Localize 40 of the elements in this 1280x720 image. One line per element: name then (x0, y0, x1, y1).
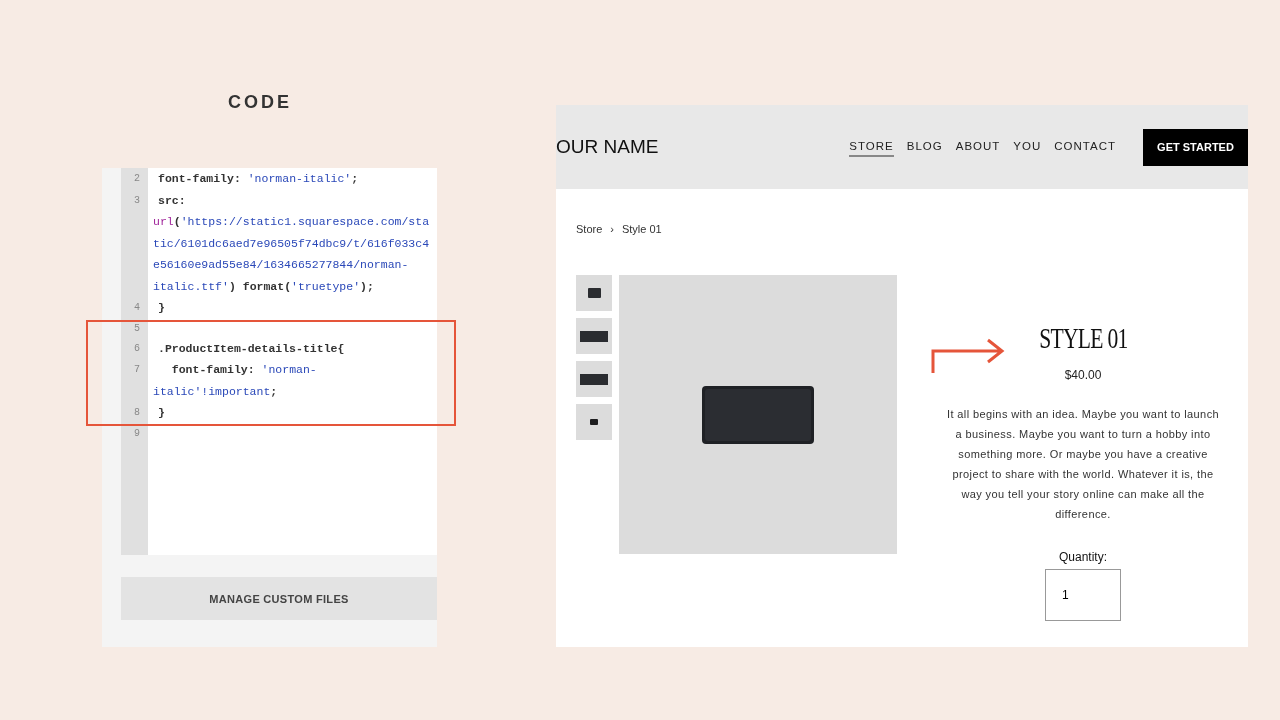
code-line: } (158, 301, 165, 315)
line-number: 5 (134, 322, 140, 334)
nav-link[interactable]: YOU (1013, 137, 1042, 157)
code-line: font-family: 'norman- (170, 363, 317, 377)
nav-link[interactable]: BLOG (906, 137, 943, 157)
product-thumbnail[interactable] (576, 404, 612, 440)
product-price: $40.00 (1064, 368, 1102, 382)
code-line: src: (158, 193, 186, 207)
site-logo[interactable]: OUR NAME (556, 136, 659, 158)
product-thumbnail[interactable] (576, 318, 612, 354)
line-number: 7 (134, 364, 140, 376)
product-thumbnail[interactable] (576, 361, 612, 397)
code-line: italic.ttf') format('truetype'); (153, 279, 374, 293)
product-description: It all begins with an idea. Maybe you want to launch a business. Maybe you want to turn a hobby into something more. Or maybe you have a creative project to share with the world. Whatever it is, the way you tell your story online can make all the difference. (945, 407, 1221, 522)
code-line: italic'!important; (153, 384, 278, 398)
line-number: 4 (134, 302, 140, 314)
slide-heading: CODE (228, 92, 293, 112)
line-number: 3 (134, 194, 140, 206)
quantity-label: Quantity: (1059, 550, 1107, 564)
line-number: 6 (134, 342, 140, 354)
line-number: 2 (134, 173, 140, 185)
breadcrumb-link[interactable]: Style 01 (621, 223, 662, 235)
line-number: 8 (134, 407, 140, 419)
nav-link[interactable]: ABOUT (955, 137, 1001, 157)
code-line: font-family: 'norman-italic'; (158, 172, 359, 186)
product-title: STYLE 01 (1038, 321, 1128, 355)
nav-link[interactable]: STORE (849, 137, 894, 157)
get-started-button[interactable]: GET STARTED (1143, 128, 1248, 166)
product-thumbnail[interactable] (576, 275, 612, 311)
quantity-field[interactable]: 1 (1045, 569, 1121, 621)
manage-files-button[interactable]: MANAGE CUSTOM FILES (121, 577, 437, 620)
nav-link[interactable]: CONTACT (1054, 137, 1116, 157)
breadcrumb-link[interactable]: Store (576, 223, 603, 235)
code-line: .ProductItem-details-title{ (158, 341, 345, 355)
breadcrumb-separator: › (610, 223, 614, 235)
code-line: url('https://static1.squarespace.com/sta (153, 215, 430, 229)
code-line: tic/6101dc6aed7e96505f74dbc9/t/616f033c4 (153, 236, 430, 250)
code-line: e56160e9ad55e84/1634665277844/norman- (153, 258, 409, 272)
code-line: } (158, 406, 165, 420)
line-number: 9 (134, 427, 140, 439)
